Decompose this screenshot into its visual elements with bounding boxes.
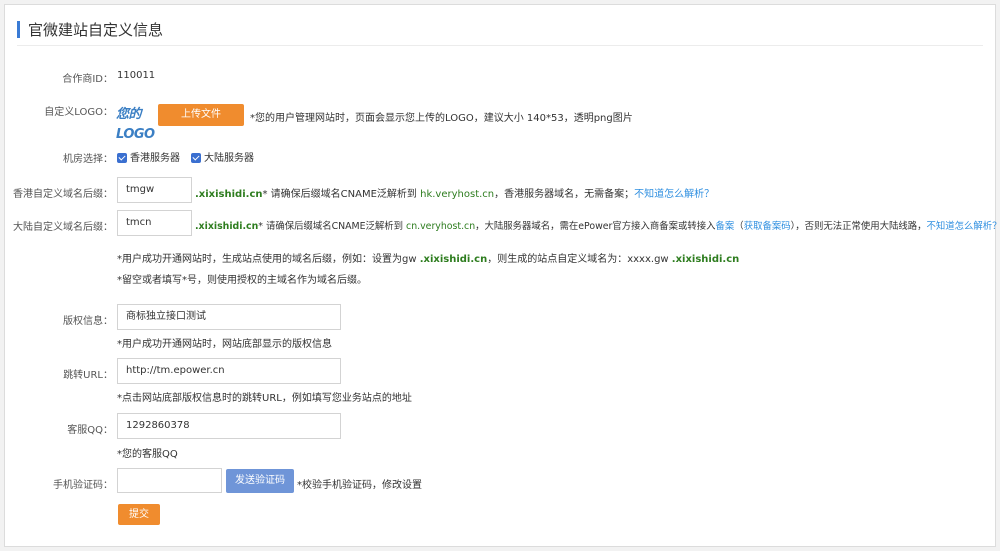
hk-domain-input[interactable]: tmgw [117, 177, 192, 203]
hk-domain-target: hk.veryhost.cn [420, 189, 495, 200]
record-link[interactable]: 备案 [716, 221, 735, 232]
server-label: 机房选择： [63, 154, 113, 165]
copyright-hint: *用户成功开通网站时，网站底部显示的版权信息 [117, 339, 332, 350]
cn-domain-target: cn.veryhost.cn [406, 221, 476, 232]
domain-note-1-suffix: .xixishidi.cn [419, 254, 488, 265]
hk-domain-hint-b: ，香港服务器域名，无需备案； [494, 189, 635, 200]
server-option-hk[interactable]: 香港服务器 [117, 149, 180, 164]
cn-domain-hint-b: ，大陆服务器域名，需在ePower官方接入商备案或转接入 [475, 221, 716, 232]
cn-domain-suffix: .xixishidi.cn [195, 221, 259, 232]
header-divider [17, 45, 983, 46]
page-title: 官微建站自定义信息 [28, 20, 164, 39]
cn-domain-hint-c: ），否则无法正常使用大陆线路， [790, 221, 927, 232]
hk-domain-label: 香港自定义域名后缀： [13, 189, 113, 200]
server-option-cn[interactable]: 大陆服务器 [191, 149, 254, 164]
domain-note-1-suffix2: .xixishidi.cn [671, 254, 740, 265]
cn-domain-help-link[interactable]: 不知道怎么解析？ [927, 221, 1000, 232]
get-record-code-link[interactable]: 获取备案码 [744, 221, 791, 232]
cn-domain-hint: .xixishidi.cn* 请确保后缀域名CNAME泛解析到 cn.veryh… [195, 218, 1000, 232]
upload-file-button[interactable]: 上传文件 [158, 104, 244, 126]
redirect-url-label: 跳转URL： [63, 370, 113, 381]
page-header: 官微建站自定义信息 [17, 17, 163, 41]
cn-domain-label: 大陆自定义域名后缀： [13, 222, 113, 233]
hk-domain-hint-a: * 请确保后缀域名CNAME泛解析到 [262, 189, 417, 200]
sms-code-input[interactable] [117, 468, 222, 493]
redirect-url-input[interactable]: http://tm.epower.cn [117, 358, 341, 384]
copyright-input[interactable]: 商标独立接口测试 [117, 304, 341, 330]
qq-input[interactable]: 1292860378 [117, 413, 341, 439]
submit-button[interactable]: 提交 [118, 504, 160, 525]
domain-note-2: *留空或者填写*号，则使用授权的主域名作为域名后缀。 [117, 275, 367, 286]
sms-code-hint: *校验手机验证码，修改设置 [297, 480, 422, 491]
server-option-cn-label: 大陆服务器 [204, 153, 254, 164]
partner-id-label: 合作商ID： [62, 74, 113, 85]
hk-domain-suffix: .xixishidi.cn [195, 189, 263, 200]
logo-image: 您的LOGO [116, 107, 155, 142]
sms-code-label: 手机验证码： [53, 480, 113, 491]
hk-domain-help-link[interactable]: 不知道怎么解析？ [634, 189, 714, 200]
domain-note-1-b: ，则生成的站点自定义域名为：xxxx.gw [487, 254, 669, 265]
domain-note-1-a: *用户成功开通网站时，生成站点使用的域名后缀，例如：设置为gw [117, 254, 417, 265]
send-code-button[interactable]: 发送验证码 [226, 469, 294, 493]
qq-hint: *您的客服QQ [117, 449, 178, 460]
logo-label: 自定义LOGO： [44, 107, 113, 118]
paren-open: （ [734, 221, 744, 232]
logo-hint: *您的用户管理网站时，页面会显示您上传的LOGO，建议大小 140*53，透明p… [250, 113, 633, 124]
partner-id-value: 110011 [117, 70, 156, 81]
qq-label: 客服QQ： [67, 425, 113, 436]
cn-checkbox-checked-icon[interactable] [191, 153, 201, 163]
server-option-hk-label: 香港服务器 [130, 153, 180, 164]
redirect-url-hint: *点击网站底部版权信息时的跳转URL，例如填写您业务站点的地址 [117, 393, 412, 404]
hk-domain-hint: .xixishidi.cn* 请确保后缀域名CNAME泛解析到 hk.veryh… [195, 185, 714, 200]
cn-domain-input[interactable]: tmcn [117, 210, 192, 236]
title-accent-bar [17, 20, 20, 38]
hk-checkbox-checked-icon[interactable] [117, 153, 127, 163]
domain-note-1: *用户成功开通网站时，生成站点使用的域名后缀，例如：设置为gw .xixishi… [117, 250, 739, 265]
copyright-label: 版权信息： [63, 316, 113, 327]
cn-domain-hint-a: * 请确保后缀域名CNAME泛解析到 [258, 221, 404, 232]
